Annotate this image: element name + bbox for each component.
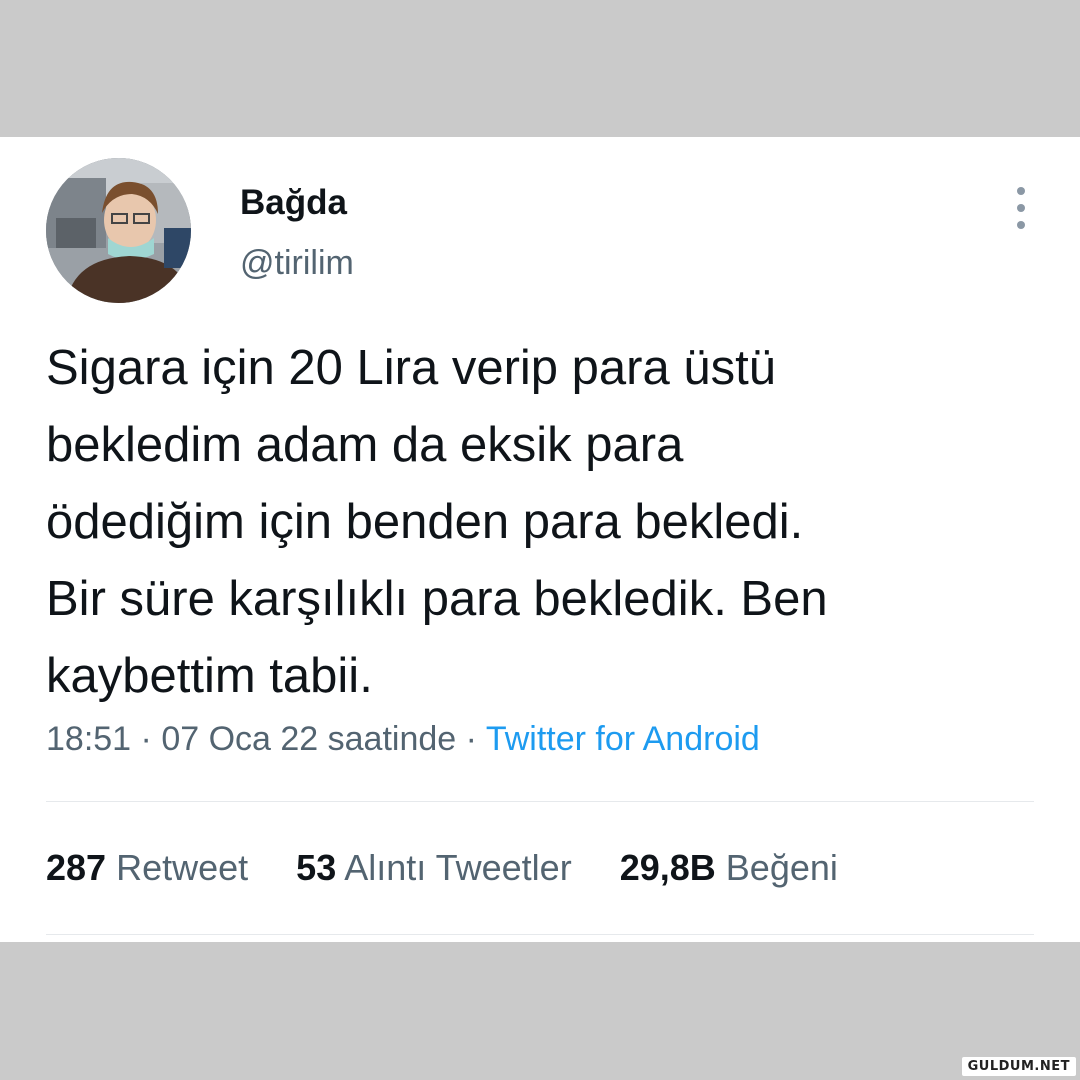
avatar-photo — [46, 158, 191, 303]
watermark: GULDUM.NET — [961, 1057, 1076, 1076]
avatar[interactable] — [46, 158, 191, 303]
separator: · — [456, 720, 486, 758]
tweet-text-line: Sigara için 20 Lira verip para üstü — [46, 341, 776, 395]
tweet-date[interactable]: 07 Oca 22 saatinde — [161, 720, 456, 758]
retweets-count: 287 — [46, 847, 107, 888]
retweets-label: Retweet — [116, 847, 249, 888]
likes-label: Beğeni — [725, 847, 838, 888]
tweet-text-line: Bir süre karşılıklı para bekledik. Ben — [46, 572, 828, 626]
more-dot — [1017, 187, 1025, 195]
likes-count: 29,8B — [619, 847, 716, 888]
tweet-time[interactable]: 18:51 — [46, 720, 131, 758]
tweet-source-link[interactable]: Twitter for Android — [486, 720, 760, 758]
tweet-metadata: 18:51 · 07 Oca 22 saatinde · Twitter for… — [46, 720, 760, 759]
tweet-text-line: ödediğim için benden para bekledi. — [46, 495, 804, 549]
separator: · — [131, 720, 162, 758]
user-handle[interactable]: @tirilim — [240, 244, 354, 283]
divider — [46, 801, 1034, 802]
retweets-stat[interactable]: 287 Retweet — [46, 847, 248, 889]
quotes-count: 53 — [296, 847, 337, 888]
tweet-text-line: kaybettim tabii. — [46, 649, 373, 703]
quotes-label: Alıntı Tweetler — [344, 847, 572, 888]
tweet-stats: 287 Retweet 53 Alıntı Tweetler 29,8B Beğ… — [46, 847, 886, 889]
divider — [46, 934, 1034, 935]
more-options-icon[interactable] — [1008, 187, 1034, 229]
tweet-card: Bağda @tirilim Sigara için 20 Lira verip… — [0, 137, 1080, 942]
quotes-stat[interactable]: 53 Alıntı Tweetler — [296, 847, 572, 889]
more-dot — [1017, 204, 1025, 212]
tweet-text: Sigara için 20 Lira verip para üstü bekl… — [46, 330, 1046, 715]
more-dot — [1017, 221, 1025, 229]
likes-stat[interactable]: 29,8B Beğeni — [620, 847, 838, 889]
display-name[interactable]: Bağda — [240, 183, 347, 223]
tweet-text-line: bekledim adam da eksik para — [46, 418, 684, 472]
